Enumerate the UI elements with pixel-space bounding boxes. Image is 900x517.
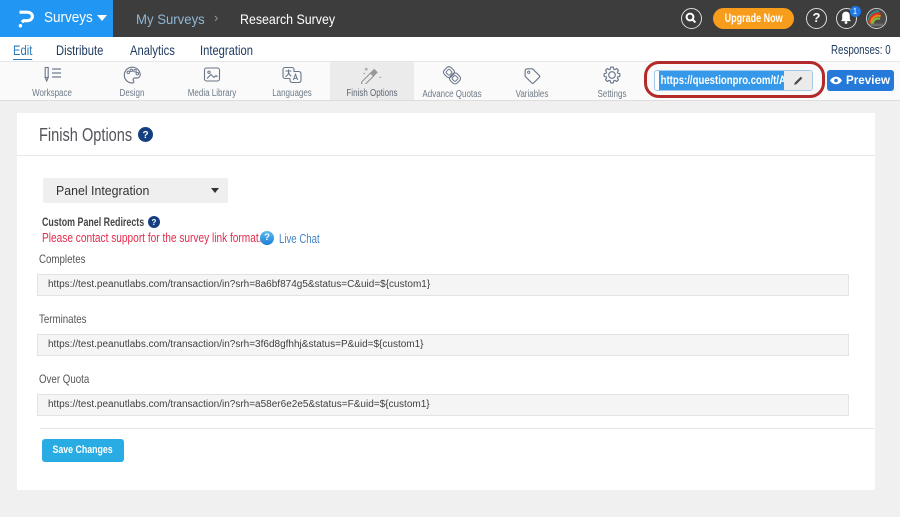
svg-text:?: ? bbox=[142, 130, 148, 141]
svg-text:?: ? bbox=[152, 218, 157, 227]
